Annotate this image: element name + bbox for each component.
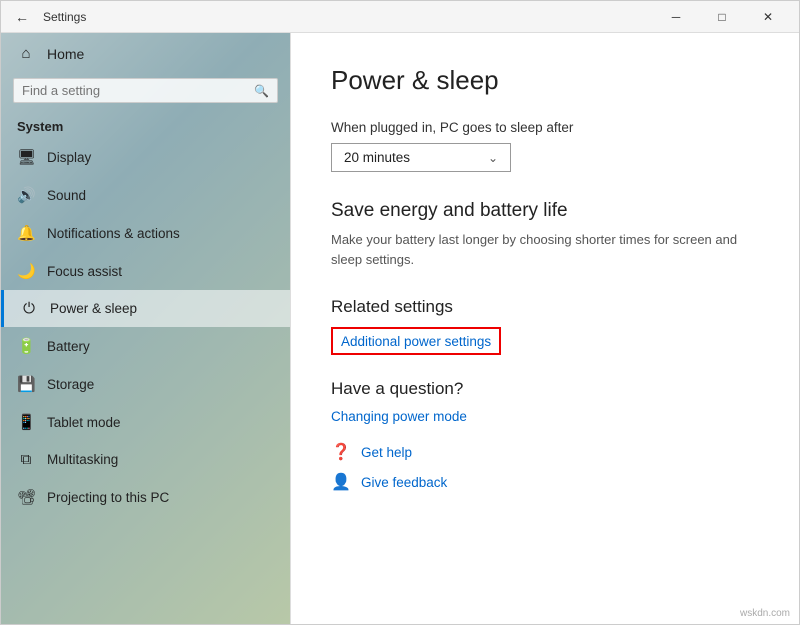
sleep-dropdown[interactable]: 20 minutes ⌄ xyxy=(331,143,511,172)
sidebar-item-power[interactable]: ⏻ Power & sleep xyxy=(1,290,290,327)
sidebar-item-multitasking[interactable]: ⧉ Multitasking xyxy=(1,441,290,478)
sleep-dropdown-wrapper: 20 minutes ⌄ xyxy=(331,143,759,172)
close-button[interactable]: ✕ xyxy=(745,1,791,33)
sidebar-item-projecting[interactable]: 📽 Projecting to this PC xyxy=(1,478,290,516)
minimize-button[interactable]: ─ xyxy=(653,1,699,33)
sidebar-item-tablet-label: Tablet mode xyxy=(47,415,121,430)
battery-icon: 🔋 xyxy=(17,337,35,355)
sidebar-item-storage-label: Storage xyxy=(47,377,94,392)
get-help-link[interactable]: Get help xyxy=(361,445,412,460)
related-settings-label: Related settings xyxy=(331,297,759,317)
sidebar-item-battery[interactable]: 🔋 Battery xyxy=(1,327,290,365)
notifications-icon: 🔔 xyxy=(17,224,35,242)
projecting-icon: 📽 xyxy=(17,488,35,506)
title-bar-title: Settings xyxy=(43,10,86,24)
give-feedback-item[interactable]: 👤 Give feedback xyxy=(331,472,759,492)
additional-power-box: Additional power settings xyxy=(331,327,501,355)
title-bar-left: ← Settings xyxy=(9,7,86,27)
sidebar-search-box[interactable]: 🔍 xyxy=(13,78,278,103)
home-icon: ⌂ xyxy=(17,45,35,62)
sidebar: ⌂ Home 🔍 System 🖥 Display 🔊 Sound 🔔 Noti… xyxy=(1,33,291,624)
question-title: Have a question? xyxy=(331,379,759,399)
tablet-icon: 📱 xyxy=(17,413,35,431)
energy-section-title: Save energy and battery life xyxy=(331,200,759,222)
get-help-item[interactable]: ❓ Get help xyxy=(331,442,759,462)
sidebar-item-notifications[interactable]: 🔔 Notifications & actions xyxy=(1,214,290,252)
power-icon: ⏻ xyxy=(20,300,38,317)
main-content: Power & sleep When plugged in, PC goes t… xyxy=(291,33,799,624)
search-input[interactable] xyxy=(22,83,248,98)
sidebar-item-battery-label: Battery xyxy=(47,339,90,354)
storage-icon: 💾 xyxy=(17,375,35,393)
title-bar-controls: ─ □ ✕ xyxy=(653,1,791,33)
sidebar-item-focus-label: Focus assist xyxy=(47,264,122,279)
sidebar-home-label: Home xyxy=(47,46,84,62)
sidebar-item-multitasking-label: Multitasking xyxy=(47,452,118,467)
sidebar-item-projecting-label: Projecting to this PC xyxy=(47,490,169,505)
additional-power-link[interactable]: Additional power settings xyxy=(341,334,491,349)
display-icon: 🖥 xyxy=(17,148,35,166)
sidebar-item-display-label: Display xyxy=(47,150,91,165)
content-area: ⌂ Home 🔍 System 🖥 Display 🔊 Sound 🔔 Noti… xyxy=(1,33,799,624)
sidebar-item-tablet[interactable]: 📱 Tablet mode xyxy=(1,403,290,441)
settings-window: ← Settings ─ □ ✕ ⌂ Home 🔍 System 🖥 Displ… xyxy=(0,0,800,625)
energy-section-desc: Make your battery last longer by choosin… xyxy=(331,230,759,269)
watermark: wskdn.com xyxy=(740,608,790,619)
sidebar-item-storage[interactable]: 💾 Storage xyxy=(1,365,290,403)
sleep-dropdown-value: 20 minutes xyxy=(344,150,410,165)
search-icon: 🔍 xyxy=(254,84,269,98)
sleep-label: When plugged in, PC goes to sleep after xyxy=(331,120,759,135)
sidebar-item-sound-label: Sound xyxy=(47,188,86,203)
sidebar-item-display[interactable]: 🖥 Display xyxy=(1,138,290,176)
sidebar-item-power-label: Power & sleep xyxy=(50,301,137,316)
get-help-icon: ❓ xyxy=(331,442,351,462)
sidebar-item-focus[interactable]: 🌙 Focus assist xyxy=(1,252,290,290)
changing-power-mode-link[interactable]: Changing power mode xyxy=(331,409,759,424)
chevron-down-icon: ⌄ xyxy=(488,151,498,165)
sound-icon: 🔊 xyxy=(17,186,35,204)
give-feedback-icon: 👤 xyxy=(331,472,351,492)
sidebar-item-home[interactable]: ⌂ Home xyxy=(1,33,290,74)
sidebar-section-label: System xyxy=(1,111,290,138)
sidebar-item-notifications-label: Notifications & actions xyxy=(47,226,180,241)
page-title: Power & sleep xyxy=(331,65,759,96)
give-feedback-link[interactable]: Give feedback xyxy=(361,475,447,490)
sidebar-item-sound[interactable]: 🔊 Sound xyxy=(1,176,290,214)
focus-icon: 🌙 xyxy=(17,262,35,280)
multitasking-icon: ⧉ xyxy=(17,451,35,468)
back-button[interactable]: ← xyxy=(9,7,35,27)
maximize-button[interactable]: □ xyxy=(699,1,745,33)
title-bar: ← Settings ─ □ ✕ xyxy=(1,1,799,33)
